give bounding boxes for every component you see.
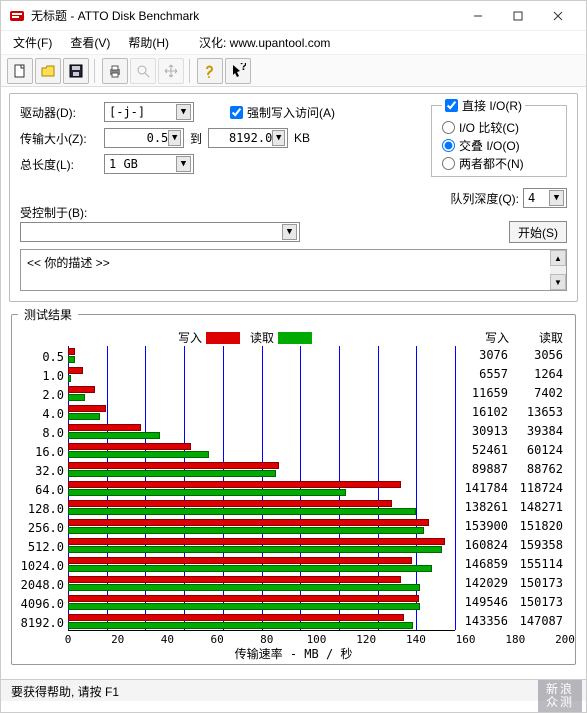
- print-button[interactable]: [102, 58, 128, 84]
- context-help-button[interactable]: ?: [225, 58, 251, 84]
- app-icon: [9, 8, 25, 24]
- zoom-button[interactable]: [130, 58, 156, 84]
- close-button[interactable]: [538, 1, 578, 31]
- toolbar: ?: [1, 55, 586, 87]
- start-button[interactable]: 开始(S): [509, 221, 567, 243]
- menu-help[interactable]: 帮助(H): [128, 34, 169, 51]
- total-length-label: 总长度(L):: [20, 156, 98, 173]
- x-axis-ticks: 020406080100120140160180200: [68, 633, 565, 647]
- about-button[interactable]: [197, 58, 223, 84]
- save-button[interactable]: [63, 58, 89, 84]
- status-bar: 要获得帮助, 请按 F1: [1, 679, 586, 701]
- queue-depth-label: 队列深度(Q):: [450, 190, 519, 207]
- menubar: 文件(F) 查看(V) 帮助(H) 汉化: www.upantool.com: [1, 31, 586, 55]
- scroll-up-icon[interactable]: ▲: [550, 250, 566, 266]
- x-axis-label: 传输速率 - MB / 秒: [18, 645, 569, 662]
- transfer-size-label: 传输大小(Z):: [20, 130, 98, 147]
- value-columns: 3076655711659161023091352461898871417841…: [459, 346, 569, 633]
- legend-read: 读取: [250, 329, 312, 346]
- svg-text:?: ?: [240, 63, 246, 73]
- overlap-io-radio[interactable]: 交叠 I/O(O): [442, 136, 556, 154]
- to-label: 到: [190, 130, 202, 147]
- y-axis-labels: 0.51.02.04.08.016.032.064.0128.0256.0512…: [18, 346, 68, 633]
- force-write-checkbox[interactable]: 强制写入访问(A): [230, 103, 335, 121]
- controlled-by-combo[interactable]: ▼: [20, 222, 300, 242]
- chart-plot: [68, 346, 455, 631]
- drive-combo[interactable]: [-j-]▼: [104, 102, 194, 122]
- control-panel: 驱动器(D): [-j-]▼ 强制写入访问(A) 传输大小(Z): 0.5▼ 到…: [9, 93, 578, 302]
- direct-io-checkbox[interactable]: 直接 I/O(R): [442, 96, 525, 114]
- unit-label: KB: [294, 131, 310, 145]
- chevron-down-icon: ▼: [176, 156, 191, 172]
- description-text: << 你的描述 >>: [27, 256, 110, 270]
- chevron-down-icon: ▼: [282, 224, 297, 240]
- chevron-down-icon: ▼: [549, 190, 564, 206]
- chevron-down-icon: ▼: [176, 104, 191, 120]
- chevron-down-icon: ▼: [168, 130, 181, 146]
- window-title: 无标题 - ATTO Disk Benchmark: [31, 7, 458, 24]
- write-values-column: 3076655711659161023091352461898871417841…: [459, 346, 514, 633]
- scrollbar[interactable]: ▲ ▼: [550, 250, 566, 290]
- queue-depth-combo[interactable]: 4▼: [523, 188, 567, 208]
- col-header-read: 读取: [519, 329, 569, 346]
- drive-label: 驱动器(D):: [20, 104, 98, 121]
- description-box[interactable]: << 你的描述 >> ▲ ▼: [20, 249, 567, 291]
- results-title: 测试结果: [18, 306, 78, 323]
- io-compare-radio[interactable]: I/O 比较(C): [442, 118, 556, 136]
- maximize-button[interactable]: [498, 1, 538, 31]
- chart-legend: 写入 读取 写入 读取: [18, 329, 569, 346]
- open-button[interactable]: [35, 58, 61, 84]
- titlebar: 无标题 - ATTO Disk Benchmark: [1, 1, 586, 31]
- io-options-group: 直接 I/O(R) I/O 比较(C) 交叠 I/O(O) 两者都不(N): [431, 96, 567, 177]
- scroll-down-icon[interactable]: ▼: [550, 274, 566, 290]
- queue-depth-row: 队列深度(Q): 4▼: [450, 188, 567, 208]
- menu-file[interactable]: 文件(F): [13, 34, 52, 51]
- minimize-button[interactable]: [458, 1, 498, 31]
- new-button[interactable]: [7, 58, 33, 84]
- read-values-column: 3056126474021365339384601248876211872414…: [514, 346, 569, 633]
- controlled-by-label: 受控制于(B):: [20, 206, 87, 220]
- credit-text: 汉化: www.upantool.com: [199, 34, 330, 51]
- col-header-write: 写入: [454, 329, 509, 346]
- transfer-from-combo[interactable]: 0.5▼: [104, 128, 184, 148]
- menu-view[interactable]: 查看(V): [70, 34, 110, 51]
- legend-write: 写入: [178, 329, 240, 346]
- results-panel: 测试结果 写入 读取 写入 读取 0.51.02.04.08.016.032.0…: [11, 306, 576, 665]
- move-button[interactable]: [158, 58, 184, 84]
- chevron-down-icon: ▼: [272, 130, 285, 146]
- chart-area: 0.51.02.04.08.016.032.064.0128.0256.0512…: [18, 346, 569, 633]
- total-length-combo[interactable]: 1 GB▼: [104, 154, 194, 174]
- neither-radio[interactable]: 两者都不(N): [442, 154, 556, 172]
- watermark: 新浪众测: [538, 680, 582, 712]
- transfer-to-combo[interactable]: 8192.0▼: [208, 128, 288, 148]
